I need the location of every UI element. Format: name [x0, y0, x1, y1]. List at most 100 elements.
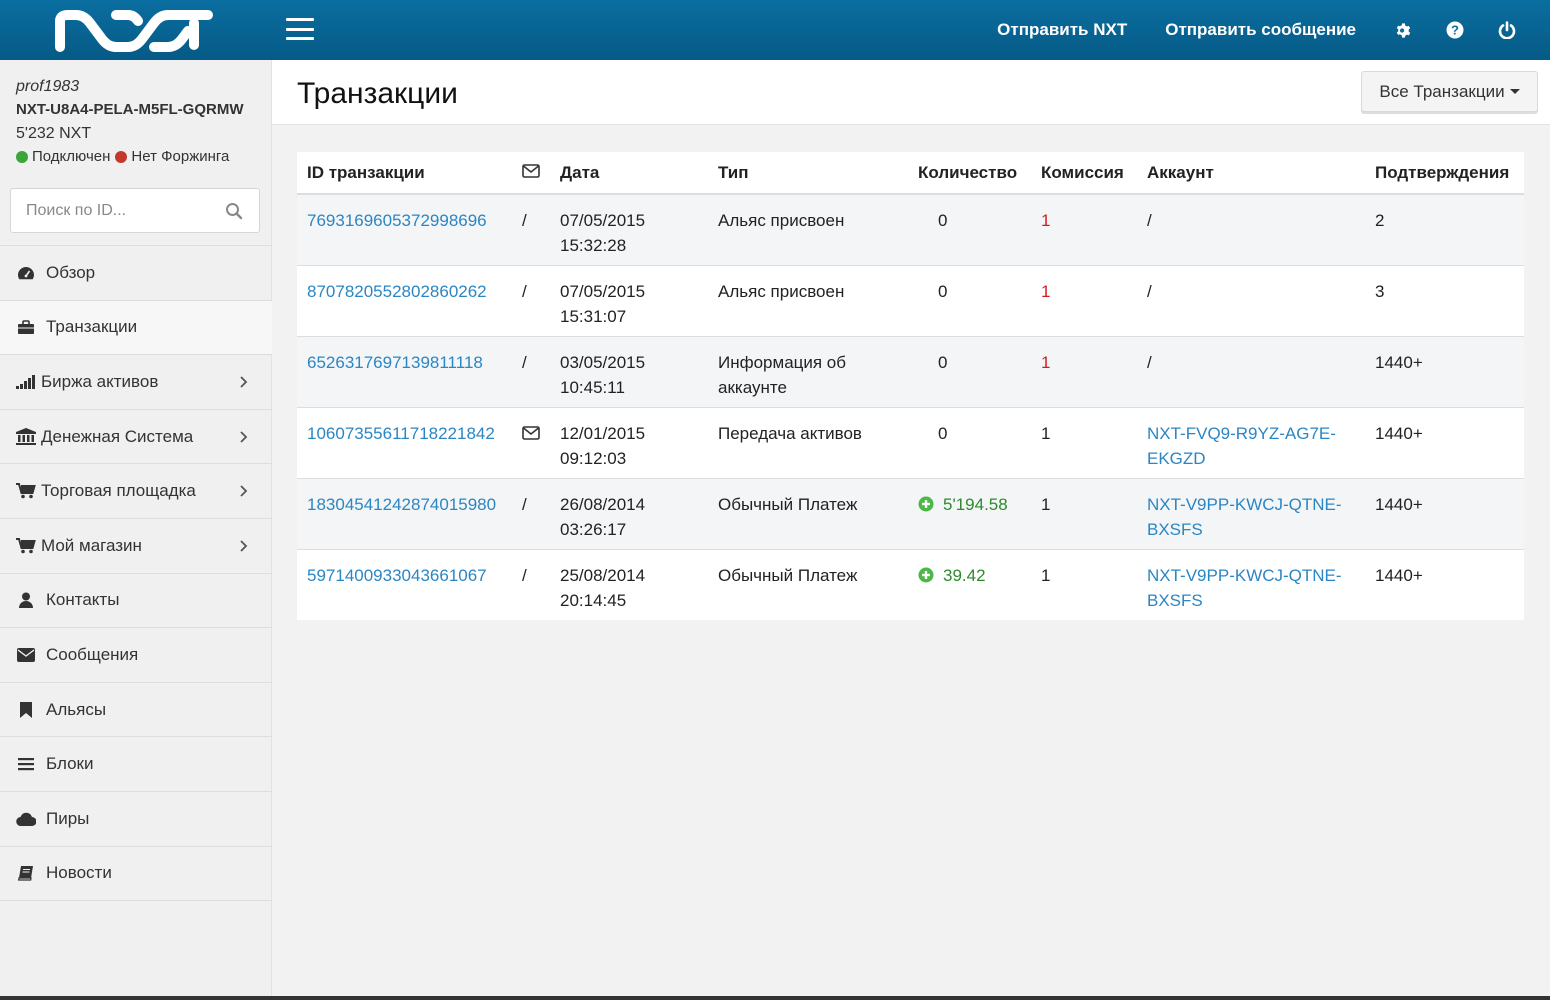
tx-account: / [1137, 264, 1365, 336]
tx-confirmations: 1440+ [1365, 335, 1524, 407]
chevron-right-icon [240, 485, 248, 498]
tx-confirmations: 1440+ [1365, 548, 1524, 620]
tx-time: 15:31:07 [560, 306, 627, 326]
briefcase-icon [16, 318, 36, 336]
sidebar-item-label: Обзор [46, 262, 96, 282]
sidebar-item-label: Блоки [46, 754, 94, 774]
header-type[interactable]: Тип [708, 152, 908, 195]
book-icon [16, 864, 36, 882]
sidebar: prof1983 NXT-U8A4-PELA-M5FL-GQRMW 5'232 … [0, 60, 272, 1000]
sidebar-item-dashboard[interactable]: Обзор [0, 246, 272, 301]
envelope-outline-icon [522, 163, 540, 178]
chevron-right-icon [240, 376, 248, 388]
transaction-id-link[interactable]: 5971400933043661067 [307, 566, 487, 585]
cart-icon [16, 537, 36, 555]
message-cell: / [512, 548, 550, 620]
account-link[interactable]: NXT-V9PP-KWCJ-QTNE-BXSFS [1147, 566, 1342, 610]
search-box [10, 188, 260, 233]
tx-date: 12/01/2015 [560, 423, 646, 443]
message-cell [512, 406, 550, 478]
header-message [512, 152, 550, 195]
table-row: 7693169605372998696 / 07/05/2015 15:32:28… [297, 193, 1524, 265]
sidebar-item-peers[interactable]: Пиры [0, 792, 272, 847]
tx-date: 03/05/2015 [560, 352, 646, 372]
sidebar-item-label: Контакты [46, 590, 120, 610]
dashboard-icon [16, 264, 36, 282]
sidebar-item-label: Биржа активов [41, 371, 159, 391]
header-amount[interactable]: Количество [908, 152, 1031, 195]
search-input[interactable] [11, 201, 216, 220]
bottom-border [0, 996, 1550, 1000]
tx-confirmations: 3 [1365, 264, 1524, 336]
account-link[interactable]: NXT-FVQ9-R9YZ-AG7E-EKGZD [1147, 424, 1336, 468]
main-content: Транзакции Все Транзакции ID транзакции … [272, 60, 1550, 996]
tx-date: 25/08/2014 [560, 565, 646, 585]
table-row: 6526317697139811118 / 03/05/2015 10:45:11… [297, 335, 1524, 407]
search-icon[interactable] [225, 202, 243, 220]
nxt-logo[interactable] [54, 9, 216, 53]
transaction-filter-dropdown[interactable]: Все Транзакции [1361, 71, 1538, 112]
transaction-id-link[interactable]: 8707820552802860262 [307, 282, 487, 301]
account-id[interactable]: NXT-U8A4-PELA-M5FL-GQRMW [16, 97, 255, 123]
transaction-id-link[interactable]: 6526317697139811118 [307, 353, 483, 372]
tx-confirmations: 1440+ [1365, 477, 1524, 549]
tx-amount: 0 [908, 193, 1031, 265]
tx-fee: 1 [1031, 548, 1137, 620]
header-fee[interactable]: Комиссия [1031, 152, 1137, 195]
account-link[interactable]: NXT-V9PP-KWCJ-QTNE-BXSFS [1147, 495, 1342, 539]
power-icon[interactable] [1498, 21, 1516, 39]
caret-down-icon [1509, 89, 1520, 94]
table-row: 10607355611718221842 12/01/2015 09:12:03 … [297, 406, 1524, 478]
header-account[interactable]: Аккаунт [1137, 152, 1365, 195]
chevron-right-icon [240, 431, 248, 443]
page-title: Транзакции [297, 77, 458, 110]
transaction-id-link[interactable]: 10607355611718221842 [307, 424, 495, 443]
tx-type: Обычный Платеж [708, 548, 908, 620]
user-info: prof1983 NXT-U8A4-PELA-M5FL-GQRMW 5'232 … [0, 60, 271, 186]
sidebar-item-aliases[interactable]: Альясы [0, 683, 272, 738]
transactions-table-wrap: ID транзакции Дата Тип Количество Комисс… [297, 152, 1524, 620]
svg-text:?: ? [1451, 23, 1459, 38]
tx-time: 10:45:11 [560, 377, 625, 397]
page-header: Транзакции Все Транзакции [272, 60, 1550, 125]
tx-type: Обычный Платеж [708, 477, 908, 549]
envelope-outline-icon[interactable] [522, 425, 540, 440]
sidebar-item-label: Сообщения [46, 644, 139, 664]
cloud-icon [16, 810, 36, 828]
send-message-link[interactable]: Отправить сообщение [1165, 20, 1356, 40]
transaction-id-link[interactable]: 7693169605372998696 [307, 211, 487, 230]
header-id[interactable]: ID транзакции [297, 152, 512, 195]
tx-type: Альяс присвоен [708, 193, 908, 265]
connected-status-icon [16, 151, 28, 163]
sidebar-item-blocks[interactable]: Блоки [0, 737, 272, 792]
menu-toggle-icon[interactable] [286, 18, 314, 40]
connected-status: Подключен [32, 148, 111, 165]
sidebar-item-my-store[interactable]: Мой магазин [0, 519, 272, 574]
send-nxt-link[interactable]: Отправить NXT [997, 20, 1127, 40]
sidebar-item-asset-exchange[interactable]: Биржа активов [0, 355, 272, 410]
sidebar-item-contacts[interactable]: Контакты [0, 574, 272, 629]
tx-confirmations: 1440+ [1365, 406, 1524, 478]
sidebar-item-transactions[interactable]: Транзакции [0, 300, 272, 356]
sidebar-item-monetary-system[interactable]: Денежная Система [0, 410, 272, 465]
sidebar-item-marketplace[interactable]: Торговая площадка [0, 464, 272, 519]
user-icon [16, 591, 36, 609]
help-icon[interactable]: ? [1446, 21, 1464, 39]
plus-circle-icon [918, 567, 934, 583]
tx-time: 20:14:45 [560, 590, 627, 610]
transaction-id-link[interactable]: 18304541242874015980 [307, 495, 496, 514]
header-confirmations[interactable]: Подтверждения [1365, 152, 1524, 195]
sidebar-item-messages[interactable]: Сообщения [0, 628, 272, 683]
tx-account: / [1137, 335, 1365, 407]
sidebar-item-label: Альясы [46, 699, 107, 719]
cart-icon [16, 482, 36, 500]
tx-fee: 1 [1031, 193, 1137, 265]
bank-icon [16, 428, 36, 446]
tx-type: Информация об аккаунте [708, 335, 908, 407]
envelope-icon [16, 646, 36, 664]
tx-date: 07/05/2015 [560, 281, 646, 301]
gear-icon[interactable] [1394, 21, 1412, 39]
sidebar-item-news[interactable]: Новости [0, 847, 272, 902]
header-date[interactable]: Дата [550, 152, 708, 195]
tx-fee: 1 [1031, 477, 1137, 549]
